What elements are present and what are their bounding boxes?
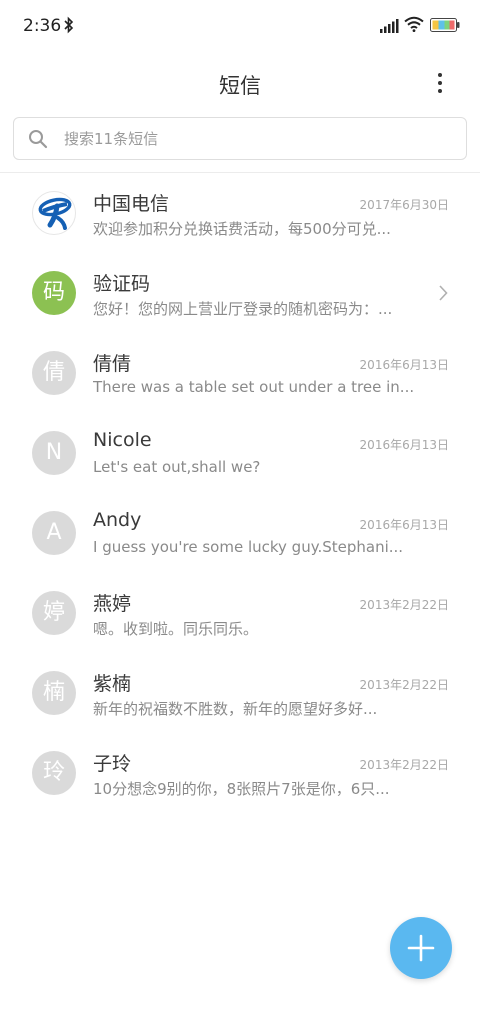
- thread-preview: 10分想念9别的你，8张照片7张是你，6只...: [93, 780, 390, 798]
- thread-row[interactable]: 婷 燕婷 嗯。收到啦。同乐同乐。 2013年2月22日: [0, 575, 480, 655]
- status-time: 2:36: [23, 16, 62, 36]
- thread-date: 2017年6月30日: [359, 198, 449, 212]
- title-bar: 短信: [0, 52, 480, 112]
- thread-row[interactable]: 中国电信 欢迎参加积分兑换话费活动，每500分可兑... 2017年6月30日: [0, 175, 480, 255]
- chevron-right-icon: [438, 285, 448, 305]
- thread-name: 子玲: [93, 753, 132, 775]
- battery-icon: [430, 17, 460, 36]
- avatar: 玲: [32, 751, 76, 795]
- thread-preview: There was a table set out under a tree i…: [93, 378, 413, 396]
- more-options-button[interactable]: [424, 64, 456, 100]
- avatar: 码: [32, 271, 76, 315]
- thread-name: Nicole: [93, 429, 152, 451]
- new-message-button[interactable]: [390, 917, 452, 979]
- thread-name: 燕婷: [93, 593, 132, 615]
- china-telecom-logo-icon: [38, 197, 72, 230]
- thread-date: 2013年2月22日: [359, 758, 449, 772]
- thread-name: Andy: [93, 509, 142, 531]
- thread-preview: 欢迎参加积分兑换话费活动，每500分可兑...: [93, 220, 391, 238]
- page-title: 短信: [219, 74, 261, 98]
- avatar: 楠: [32, 671, 76, 715]
- thread-preview: 新年的祝福数不胜数，新年的愿望好多好...: [93, 700, 378, 718]
- thread-date: 2016年6月13日: [359, 358, 449, 372]
- thread-row[interactable]: N Nicole Let's eat out,shall we? 2016年6月…: [0, 415, 480, 495]
- avatar: N: [32, 431, 76, 475]
- thread-name: 倩倩: [93, 353, 132, 375]
- avatar: 婷: [32, 591, 76, 635]
- divider: [0, 172, 480, 173]
- signal-icon: [380, 18, 399, 37]
- thread-name: 验证码: [93, 273, 151, 295]
- status-bar: 2:36: [0, 0, 480, 52]
- thread-date: 2013年2月22日: [359, 598, 449, 612]
- thread-preview: 您好！您的网上营业厅登录的随机密码为：...: [93, 300, 393, 318]
- avatar: A: [32, 511, 76, 555]
- avatar: 倩: [32, 351, 76, 395]
- thread-date: 2016年6月13日: [359, 438, 449, 452]
- thread-name: 紫楠: [93, 673, 132, 695]
- thread-row[interactable]: 楠 紫楠 新年的祝福数不胜数，新年的愿望好多好... 2013年2月22日: [0, 655, 480, 735]
- thread-preview: Let's eat out,shall we?: [93, 458, 261, 476]
- search-box[interactable]: [13, 117, 467, 160]
- thread-row[interactable]: 玲 子玲 10分想念9别的你，8张照片7张是你，6只... 2013年2月22日: [0, 735, 480, 815]
- thread-row[interactable]: A Andy I guess you're some lucky guy.Ste…: [0, 495, 480, 575]
- search-input[interactable]: [64, 118, 454, 159]
- bluetooth-icon: [64, 16, 74, 38]
- thread-name: 中国电信: [93, 193, 170, 215]
- thread-list: 中国电信 欢迎参加积分兑换话费活动，每500分可兑... 2017年6月30日 …: [0, 175, 480, 815]
- thread-row[interactable]: 码 验证码 您好！您的网上营业厅登录的随机密码为：...: [0, 255, 480, 335]
- thread-preview: I guess you're some lucky guy.Stephani..…: [93, 538, 404, 556]
- search-icon: [28, 129, 48, 153]
- plus-icon: [407, 934, 435, 966]
- avatar: [32, 191, 76, 235]
- thread-date: 2013年2月22日: [359, 678, 449, 692]
- thread-preview: 嗯。收到啦。同乐同乐。: [93, 620, 259, 638]
- wifi-icon: [404, 16, 424, 36]
- thread-date: 2016年6月13日: [359, 518, 449, 532]
- thread-row[interactable]: 倩 倩倩 There was a table set out under a t…: [0, 335, 480, 415]
